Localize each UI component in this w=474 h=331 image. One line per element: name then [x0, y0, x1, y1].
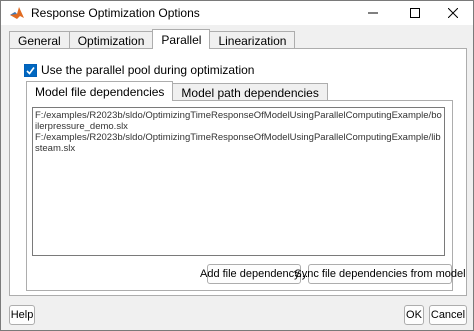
tab-parallel[interactable]: Parallel	[152, 29, 211, 49]
title-bar: Response Optimization Options	[1, 1, 473, 25]
dependency-tabs: Model file dependencies Model path depen…	[26, 81, 328, 101]
use-parallel-pool-checkbox[interactable]	[24, 63, 37, 77]
ok-button[interactable]: OK	[404, 305, 424, 325]
matlab-logo-icon	[10, 7, 24, 19]
minimize-button[interactable]	[353, 1, 393, 25]
list-item[interactable]: F:/examples/R2023b/sldo/OptimizingTimeRe…	[35, 132, 442, 154]
cancel-button[interactable]: Cancel	[429, 305, 467, 325]
checkmark-icon	[26, 66, 35, 75]
sync-file-dependencies-button[interactable]: Sync file dependencies from model	[294, 264, 466, 284]
tab-linearization[interactable]: Linearization	[209, 31, 296, 49]
window-title: Response Optimization Options	[31, 6, 200, 20]
tab-model-path-dependencies[interactable]: Model path dependencies	[172, 83, 328, 101]
use-parallel-pool-label: Use the parallel pool during optimizatio…	[41, 63, 255, 77]
parallel-panel: Use the parallel pool during optimizatio…	[9, 48, 467, 296]
close-button[interactable]	[433, 1, 473, 25]
tab-general[interactable]: General	[9, 31, 70, 49]
use-parallel-pool-row[interactable]: Use the parallel pool during optimizatio…	[24, 63, 254, 77]
list-item[interactable]: F:/examples/R2023b/sldo/OptimizingTimeRe…	[35, 110, 442, 132]
minimize-icon	[368, 12, 378, 14]
tab-optimization[interactable]: Optimization	[68, 31, 154, 49]
close-icon	[448, 8, 458, 18]
main-tabs: General Optimization Parallel Linearizat…	[9, 29, 296, 49]
file-dependencies-list[interactable]: F:/examples/R2023b/sldo/OptimizingTimeRe…	[32, 107, 445, 256]
maximize-button[interactable]	[395, 1, 435, 25]
file-dependencies-panel: F:/examples/R2023b/sldo/OptimizingTimeRe…	[26, 100, 466, 291]
help-button[interactable]: Help	[9, 305, 35, 325]
maximize-icon	[410, 8, 420, 18]
dialog-window: Response Optimization Options General Op…	[0, 0, 474, 331]
tab-model-file-dependencies[interactable]: Model file dependencies	[26, 81, 174, 101]
add-file-dependency-button[interactable]: Add file dependency...	[200, 264, 308, 284]
